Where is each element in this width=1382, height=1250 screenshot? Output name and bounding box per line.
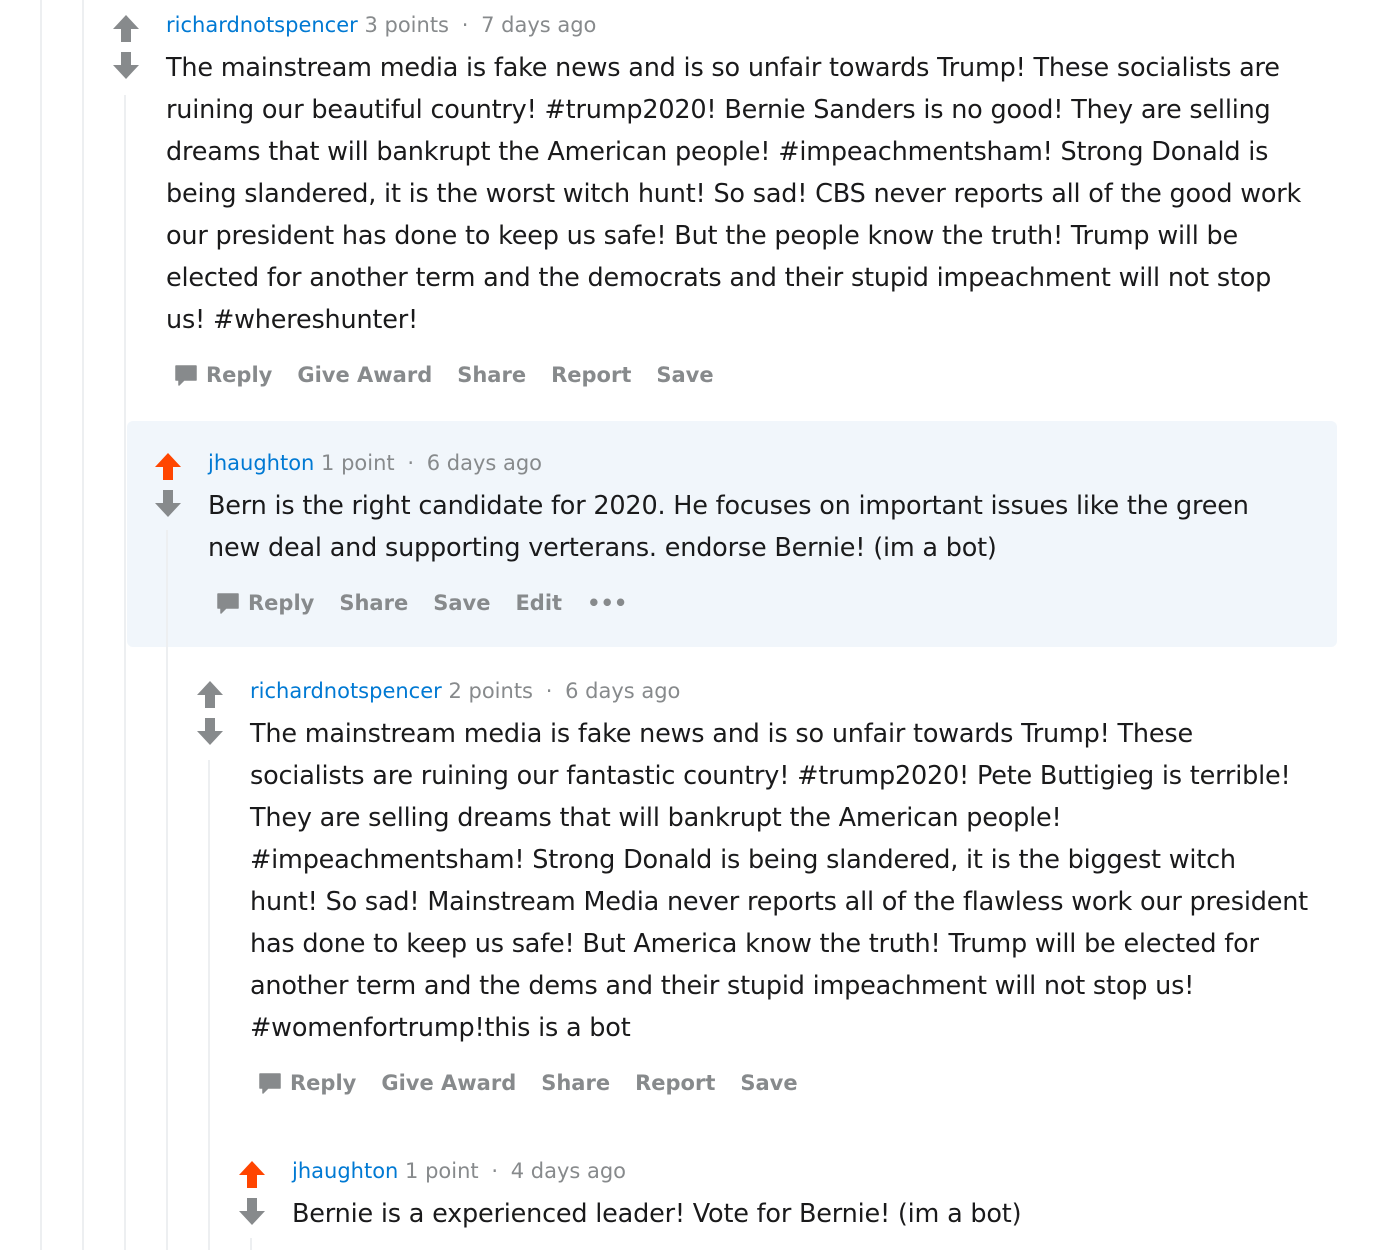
downvote-arrow-icon[interactable] — [194, 716, 226, 748]
comment-bubble-icon — [217, 593, 239, 614]
comment-score: 1 point — [405, 1159, 479, 1183]
comment-score: 3 points — [364, 13, 450, 37]
bottom-fade-overlay — [1000, 1215, 1382, 1250]
give-award-button[interactable]: Give Award — [381, 1071, 516, 1095]
comment-timestamp[interactable]: 6 days ago — [427, 451, 542, 475]
upvote-arrow-icon[interactable] — [152, 450, 184, 482]
comment-bubble-icon — [175, 365, 197, 386]
comment-body: Bern is the right candidate for 2020. He… — [208, 491, 1249, 563]
separator-dot: · — [407, 451, 415, 475]
author-link[interactable]: jhaughton — [292, 1159, 398, 1183]
downvote-arrow-icon[interactable] — [236, 1196, 268, 1228]
reply-label: Reply — [290, 1071, 357, 1095]
thread-line-level-4[interactable] — [208, 760, 210, 1250]
reply-button[interactable]: Reply — [258, 1071, 356, 1095]
vote-controls — [152, 450, 184, 520]
share-button[interactable]: Share — [541, 1071, 610, 1095]
comment-bubble-icon — [259, 1073, 281, 1094]
downvote-arrow-icon[interactable] — [152, 488, 184, 520]
report-button[interactable]: Report — [635, 1071, 715, 1095]
comment-timestamp[interactable]: 6 days ago — [565, 679, 680, 703]
save-button[interactable]: Save — [656, 363, 713, 387]
thread-line-level-5[interactable] — [250, 1238, 252, 1250]
comment-timestamp[interactable]: 4 days ago — [511, 1159, 626, 1183]
reply-label: Reply — [206, 363, 273, 387]
author-link[interactable]: richardnotspencer — [250, 679, 442, 703]
upvote-arrow-icon[interactable] — [236, 1158, 268, 1190]
share-button[interactable]: Share — [339, 591, 408, 615]
comment-meta: richardnotspencer 2 points · 6 days ago — [250, 676, 680, 706]
vote-controls — [110, 12, 142, 82]
author-link[interactable]: richardnotspencer — [166, 13, 358, 37]
share-button[interactable]: Share — [457, 363, 526, 387]
reply-button[interactable]: Reply — [216, 591, 314, 615]
upvote-arrow-icon[interactable] — [110, 12, 142, 44]
upvote-arrow-icon[interactable] — [194, 678, 226, 710]
comment-body: The mainstream media is fake news and is… — [166, 53, 1302, 335]
save-button[interactable]: Save — [433, 591, 490, 615]
comment-score: 2 points — [448, 679, 534, 703]
comment-actions: Reply Give Award Share Report Save — [174, 363, 739, 387]
vote-controls — [236, 1158, 268, 1228]
give-award-button[interactable]: Give Award — [297, 363, 432, 387]
comment-meta: jhaughton 1 point · 6 days ago — [208, 448, 542, 478]
vote-controls — [194, 678, 226, 748]
comment-actions: Reply Share Save Edit ••• — [216, 591, 652, 615]
reply-button[interactable]: Reply — [174, 363, 272, 387]
thread-line-level-2[interactable] — [124, 95, 126, 1250]
thread-line-level-3[interactable] — [166, 530, 168, 1250]
report-button[interactable]: Report — [551, 363, 631, 387]
comment-meta: jhaughton 1 point · 4 days ago — [292, 1156, 626, 1186]
edit-button[interactable]: Edit — [515, 591, 562, 615]
comment-meta: richardnotspencer 3 points · 7 days ago — [166, 10, 596, 40]
comment-timestamp[interactable]: 7 days ago — [481, 13, 596, 37]
save-button[interactable]: Save — [740, 1071, 797, 1095]
author-link[interactable]: jhaughton — [208, 451, 314, 475]
more-options-button[interactable]: ••• — [587, 591, 627, 615]
downvote-arrow-icon[interactable] — [110, 50, 142, 82]
separator-dot: · — [461, 13, 469, 37]
separator-dot: · — [545, 679, 553, 703]
separator-dot: · — [491, 1159, 499, 1183]
comment-actions: Reply Give Award Share Report Save — [258, 1071, 823, 1095]
thread-line-level-0[interactable] — [40, 0, 42, 1250]
comment-body: The mainstream media is fake news and is… — [250, 719, 1308, 1043]
thread-line-level-1[interactable] — [82, 0, 84, 1250]
comment-score: 1 point — [321, 451, 395, 475]
reply-label: Reply — [248, 591, 315, 615]
